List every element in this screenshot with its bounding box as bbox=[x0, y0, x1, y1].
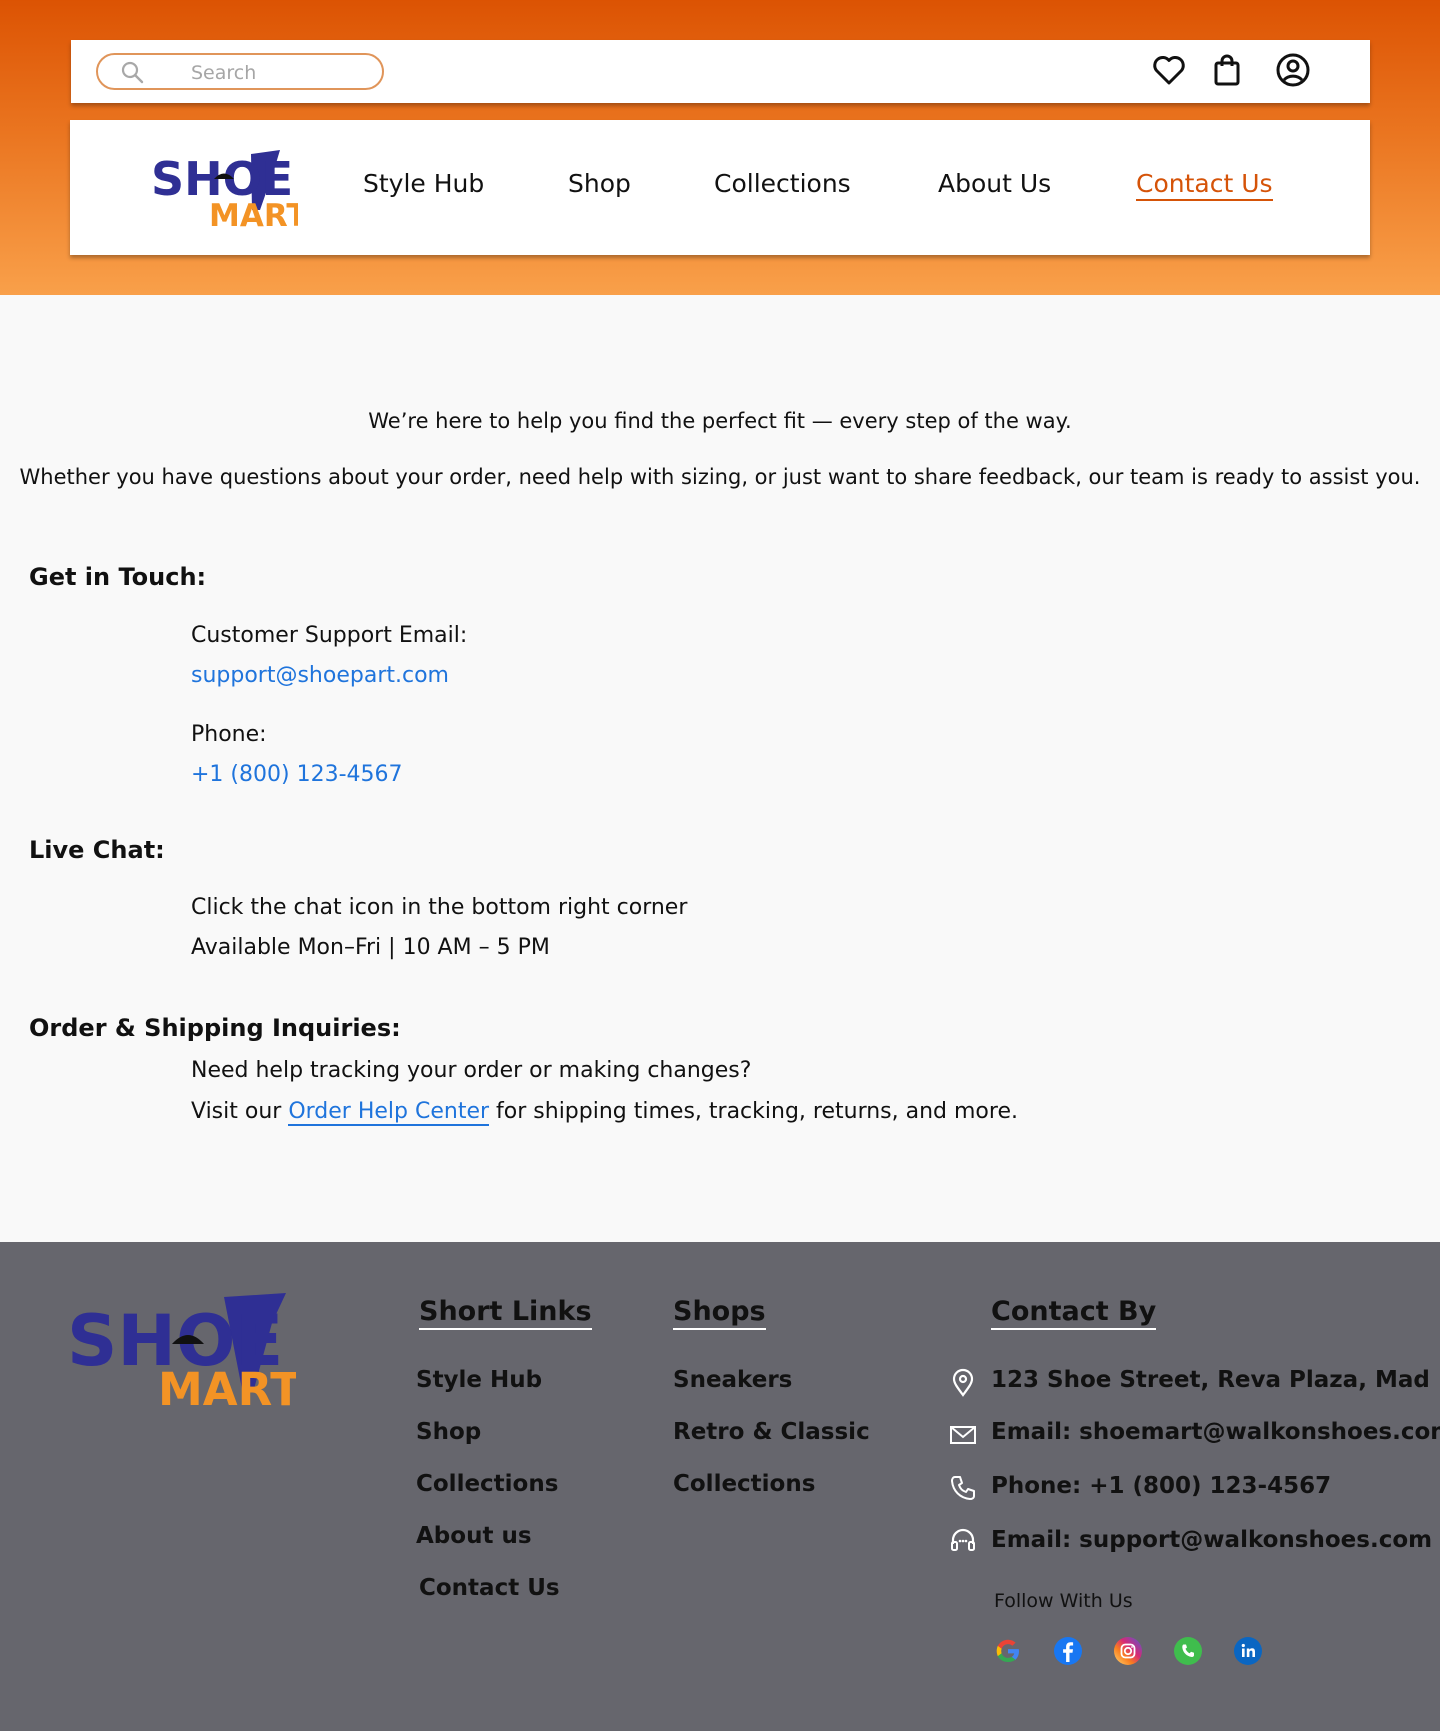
footer-email-shoemart[interactable]: Email: shoemart@walkonshoes.com bbox=[991, 1419, 1440, 1445]
footer-shop-retro-classic[interactable]: Retro & Classic bbox=[673, 1419, 870, 1445]
nav-shop[interactable]: Shop bbox=[568, 169, 631, 198]
footer-link-style-hub[interactable]: Style Hub bbox=[416, 1367, 542, 1393]
footer-shop-collections[interactable]: Collections bbox=[673, 1471, 815, 1497]
search-input[interactable]: Search bbox=[96, 53, 384, 90]
mail-icon bbox=[950, 1426, 976, 1444]
order-help-center-link[interactable]: Order Help Center bbox=[288, 1099, 490, 1126]
footer-link-about-us[interactable]: About us bbox=[416, 1523, 532, 1549]
live-chat-hours: Available Mon–Fri | 10 AM – 5 PM bbox=[191, 935, 550, 960]
order-shipping-heading: Order & Shipping Inquiries: bbox=[29, 1014, 401, 1042]
shopping-bag-icon[interactable] bbox=[1209, 52, 1245, 88]
heart-icon[interactable] bbox=[1151, 52, 1187, 88]
phone-icon bbox=[951, 1476, 975, 1500]
header-banner: Search SHOE MART Style Hub Shop Collecti… bbox=[0, 0, 1440, 295]
top-bar: Search bbox=[71, 40, 1370, 103]
whatsapp-icon[interactable] bbox=[1173, 1636, 1203, 1666]
shoemart-logo[interactable]: SHOE MART bbox=[148, 148, 298, 230]
footer-link-contact-us[interactable]: Contact Us bbox=[419, 1575, 560, 1601]
nav-style-hub[interactable]: Style Hub bbox=[363, 169, 484, 198]
footer-shops-heading: Shops bbox=[673, 1296, 766, 1330]
main-navigation: SHOE MART Style Hub Shop Collections Abo… bbox=[70, 120, 1370, 255]
user-account-icon[interactable] bbox=[1275, 52, 1311, 88]
phone-link[interactable]: +1 (800) 123-4567 bbox=[191, 762, 403, 787]
footer-link-shop[interactable]: Shop bbox=[416, 1419, 481, 1445]
intro-description: Whether you have questions about your or… bbox=[19, 465, 1421, 489]
support-email-link[interactable]: support@shoepart.com bbox=[191, 663, 449, 688]
location-pin-icon bbox=[952, 1368, 974, 1397]
follow-with-us-label: Follow With Us bbox=[994, 1590, 1133, 1612]
order-help-suffix: for shipping times, tracking, returns, a… bbox=[496, 1099, 1018, 1124]
linkedin-icon[interactable] bbox=[1233, 1636, 1263, 1666]
search-placeholder: Search bbox=[191, 62, 257, 84]
live-chat-heading: Live Chat: bbox=[29, 836, 165, 864]
footer-email-support[interactable]: Email: support@walkonshoes.com bbox=[991, 1527, 1432, 1553]
footer-logo-text-mart: MART bbox=[158, 1363, 296, 1413]
order-help-prefix: Visit our bbox=[191, 1099, 282, 1124]
order-help-text: Need help tracking your order or making … bbox=[191, 1058, 752, 1083]
footer-short-links-heading: Short Links bbox=[419, 1296, 592, 1330]
google-icon[interactable] bbox=[993, 1636, 1023, 1666]
footer-address: 123 Shoe Street, Reva Plaza, Mad bbox=[991, 1367, 1430, 1393]
intro-tagline: We’re here to help you find the perfect … bbox=[368, 409, 1072, 433]
search-icon bbox=[121, 61, 144, 84]
headset-support-icon bbox=[951, 1528, 975, 1551]
nav-collections[interactable]: Collections bbox=[714, 169, 851, 198]
support-email-label: Customer Support Email: bbox=[191, 623, 468, 648]
nav-about-us[interactable]: About Us bbox=[938, 169, 1051, 198]
live-chat-instruction: Click the chat icon in the bottom right … bbox=[191, 895, 688, 920]
footer-shop-sneakers[interactable]: Sneakers bbox=[673, 1367, 792, 1393]
nav-contact-us[interactable]: Contact Us bbox=[1136, 169, 1273, 201]
logo-text-mart: MART bbox=[209, 198, 298, 230]
footer-contact-heading: Contact By bbox=[991, 1296, 1157, 1330]
facebook-icon[interactable] bbox=[1053, 1636, 1083, 1666]
phone-label: Phone: bbox=[191, 722, 267, 747]
footer-shoemart-logo[interactable]: SHOE MART bbox=[66, 1293, 296, 1413]
order-help-line: Visit our Order Help Center for shipping… bbox=[191, 1099, 1018, 1126]
footer-phone[interactable]: Phone: +1 (800) 123-4567 bbox=[991, 1473, 1331, 1499]
instagram-icon[interactable] bbox=[1113, 1636, 1143, 1666]
footer-link-collections[interactable]: Collections bbox=[416, 1471, 558, 1497]
get-in-touch-heading: Get in Touch: bbox=[29, 563, 207, 591]
